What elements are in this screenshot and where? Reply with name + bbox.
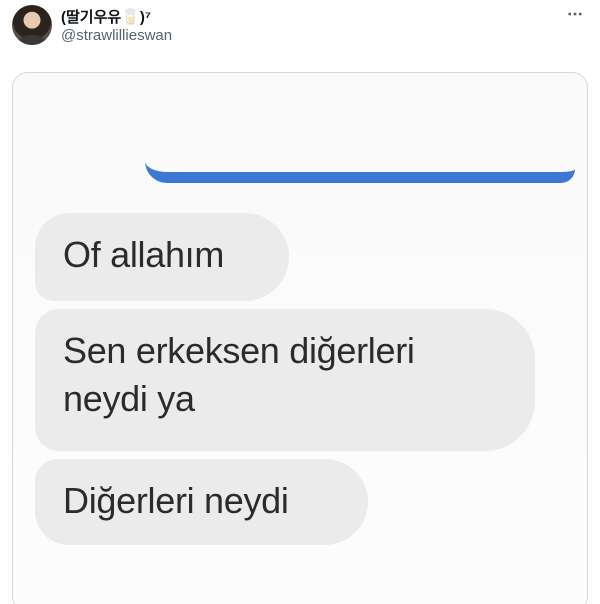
tweet-media-image[interactable]: Of allahım Sen erkeksen diğerleri neydi … <box>12 72 588 604</box>
avatar-shirt <box>18 35 46 45</box>
received-message-bubble: Diğerleri neydi <box>35 459 368 545</box>
received-message-bubble: Sen erkeksen diğerleri neydi ya <box>35 309 535 451</box>
display-name[interactable]: (딸기우유🥛)⁷ <box>61 6 151 27</box>
message-text-line: neydi ya <box>63 378 195 419</box>
user-handle[interactable]: @strawlillieswan <box>61 27 172 44</box>
message-text-line: Diğerleri neydi <box>63 480 289 521</box>
message-text-line: Sen erkeksen diğerleri <box>63 330 415 371</box>
avatar[interactable] <box>12 5 52 45</box>
received-message-bubble: Of allahım <box>35 213 289 301</box>
message-text-line: Of allahım <box>63 234 225 275</box>
chat-screenshot: Of allahım Sen erkeksen diğerleri neydi … <box>13 73 587 604</box>
more-horizontal-icon[interactable] <box>564 3 586 25</box>
tweet-header: (딸기우유🥛)⁷ @strawlillieswan <box>0 0 600 62</box>
sent-message-bubble-edge <box>145 161 575 183</box>
more-icon-glyph <box>568 12 582 16</box>
